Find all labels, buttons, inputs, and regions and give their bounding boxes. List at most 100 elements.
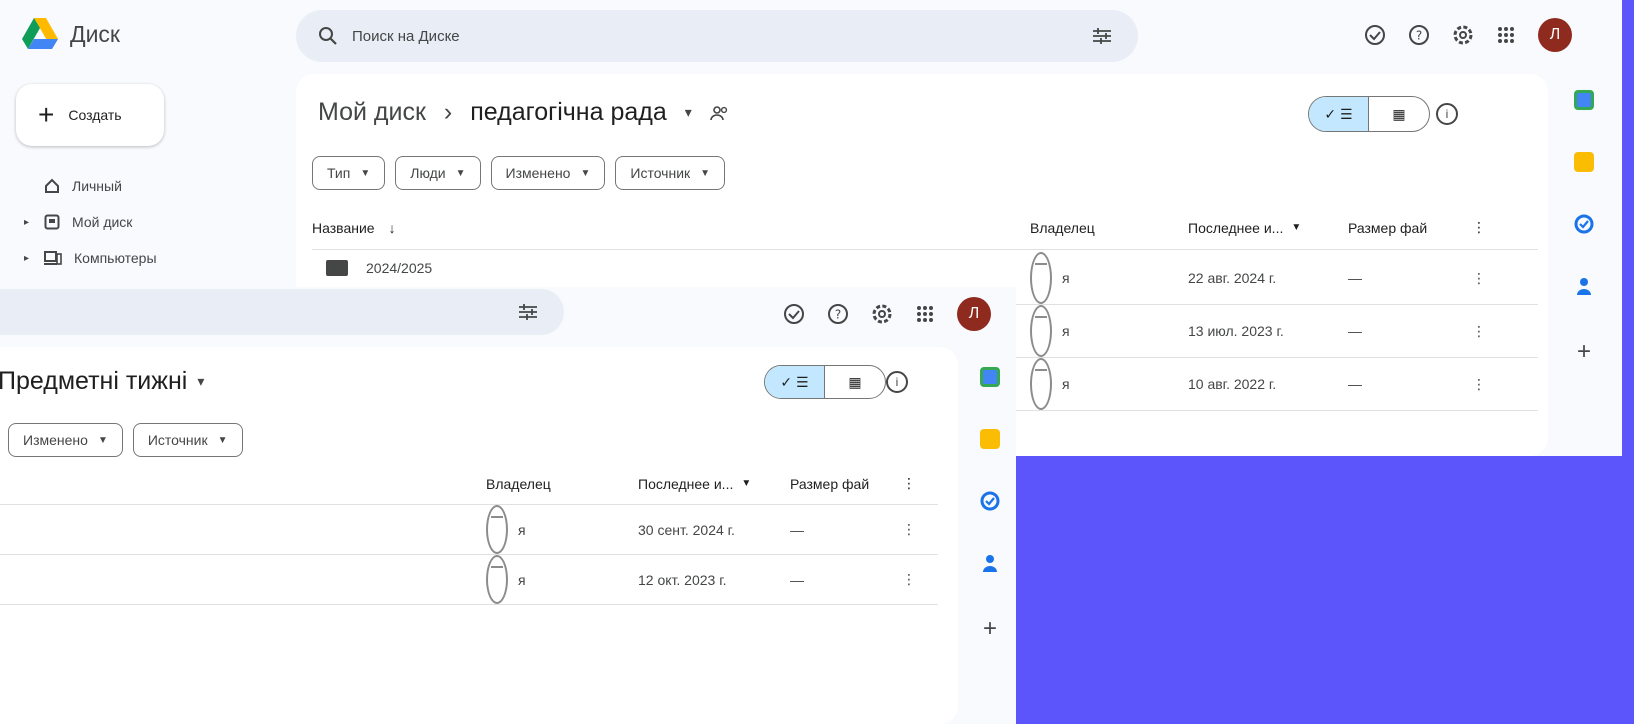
filter-chips: Тип ▼ Люди ▼ Изменено ▼ Источник ▼: [312, 156, 726, 190]
table-header: Владелец Последнее и... ▼ Размер фай ⋮: [0, 463, 938, 505]
apps-grid-icon[interactable]: [915, 304, 935, 324]
row-more-icon[interactable]: ⋮: [902, 505, 916, 554]
caret-icon: ▼: [700, 167, 711, 179]
filter-source[interactable]: Источник ▼: [615, 156, 726, 190]
grid-view-button[interactable]: ▦: [825, 366, 885, 398]
tasks-icon[interactable]: [1574, 214, 1594, 234]
add-addon-icon[interactable]: +: [983, 615, 997, 643]
svg-text:?: ?: [1416, 29, 1422, 43]
filter-modified[interactable]: Изменено ▼: [8, 423, 123, 457]
breadcrumb-current-folder[interactable]: педагогічна рада: [470, 98, 667, 127]
help-icon[interactable]: ?: [1408, 24, 1430, 46]
list-view-button[interactable]: ✓ ☰: [765, 366, 825, 398]
filter-modified[interactable]: Изменено ▼: [490, 156, 606, 190]
search-options-icon[interactable]: [1092, 27, 1112, 45]
breadcrumb-current-folder[interactable]: Предметні тижні: [0, 367, 187, 396]
filter-people[interactable]: Люди ▼: [395, 156, 481, 190]
column-modified[interactable]: Последнее и... ▼: [1188, 206, 1301, 249]
tasks-icon[interactable]: [980, 491, 1000, 511]
modified-cell: 22 авг. 2024 г.: [1188, 270, 1277, 286]
grid-view-button[interactable]: ▦: [1369, 97, 1429, 131]
filter-source[interactable]: Источник ▼: [132, 423, 243, 457]
calendar-icon[interactable]: [980, 367, 1000, 387]
sidebar-item-computers[interactable]: ▸ Компьютеры: [24, 240, 157, 276]
plus-icon: +: [38, 99, 55, 130]
contacts-icon[interactable]: [982, 553, 998, 573]
column-size[interactable]: Размер фай: [790, 463, 869, 504]
breadcrumb-separator: ›: [443, 98, 453, 126]
chip-label: Изменено: [23, 432, 88, 448]
settings-gear-icon[interactable]: [1452, 24, 1474, 46]
chip-label: Источник: [630, 165, 691, 181]
column-options-icon[interactable]: ⋮: [1472, 206, 1486, 249]
filter-type[interactable]: Тип ▼: [312, 156, 386, 190]
avatar[interactable]: Л: [957, 297, 991, 331]
column-size[interactable]: Размер фай: [1348, 206, 1427, 249]
drive-logo[interactable]: Диск: [22, 18, 120, 50]
owner-cell: я: [486, 555, 526, 604]
column-owner[interactable]: Владелец: [1030, 206, 1095, 249]
view-toggle[interactable]: ✓ ☰ ▦: [1308, 96, 1430, 132]
sort-arrow-icon[interactable]: ↓: [389, 206, 396, 249]
caret-icon: ▼: [217, 434, 228, 446]
table-row[interactable]: я 12 окт. 2023 г. — ⋮: [0, 555, 938, 605]
breadcrumb-root[interactable]: Мой диск: [318, 98, 426, 127]
search-input[interactable]: Поиск на Диске: [352, 28, 460, 45]
top-toolbar: ? Л: [1364, 18, 1572, 52]
column-options-icon[interactable]: ⋮: [902, 463, 916, 504]
sidebar-item-label: Компьютеры: [74, 250, 157, 266]
expand-arrow-icon[interactable]: ▸: [24, 217, 32, 228]
chip-label: Люди: [410, 165, 446, 181]
column-modified[interactable]: Последнее и... ▼: [638, 463, 751, 504]
folder-menu-caret-icon[interactable]: ▾: [685, 104, 692, 121]
caret-icon: ▼: [455, 167, 466, 179]
settings-gear-icon[interactable]: [871, 303, 893, 325]
shared-folder-icon: [709, 105, 730, 121]
column-name[interactable]: Название ↓: [312, 206, 396, 249]
filter-chips: Изменено ▼ Источник ▼: [0, 423, 243, 457]
table-row[interactable]: я 30 сент. 2024 г. — ⋮: [0, 505, 938, 555]
owner-cell: я: [1030, 358, 1070, 410]
search-icon[interactable]: [318, 26, 338, 46]
contacts-icon[interactable]: [1576, 276, 1592, 296]
folder-menu-caret-icon[interactable]: ▾: [197, 373, 204, 390]
breadcrumb: Мой диск › педагогічна рада ▾: [318, 98, 730, 127]
search-bar[interactable]: [0, 289, 564, 335]
row-more-icon[interactable]: ⋮: [1472, 358, 1486, 410]
row-more-icon[interactable]: ⋮: [1472, 252, 1486, 304]
size-cell: —: [1348, 323, 1362, 339]
owner-cell: я: [1030, 305, 1070, 357]
view-toggle[interactable]: ✓ ☰ ▦: [764, 365, 886, 399]
size-cell: —: [790, 571, 804, 588]
column-name-label: Название: [312, 219, 375, 236]
apps-grid-icon[interactable]: [1496, 25, 1516, 45]
avatar[interactable]: Л: [1538, 18, 1572, 52]
owner-cell: я: [1030, 252, 1070, 304]
calendar-icon[interactable]: [1574, 90, 1594, 110]
size-cell: —: [1348, 376, 1362, 392]
file-list-panel: Предметні тижні ▾ ✓ ☰ ▦ i Изменено ▼ Исто…: [0, 347, 958, 724]
expand-arrow-icon[interactable]: ▸: [24, 253, 32, 264]
offline-status-icon[interactable]: [1364, 24, 1386, 46]
keep-icon[interactable]: [980, 429, 1000, 449]
info-icon[interactable]: i: [886, 371, 908, 393]
search-options-icon[interactable]: [518, 303, 538, 321]
column-owner[interactable]: Владелец: [486, 463, 551, 504]
help-icon[interactable]: ?: [827, 303, 849, 325]
offline-status-icon[interactable]: [783, 303, 805, 325]
search-bar[interactable]: Поиск на Диске: [296, 10, 1138, 62]
owner-name: я: [518, 571, 526, 588]
row-more-icon[interactable]: ⋮: [1472, 305, 1486, 357]
sidebar-item-label: Личный: [72, 178, 122, 194]
row-more-icon[interactable]: ⋮: [902, 555, 916, 604]
keep-icon[interactable]: [1574, 152, 1594, 172]
modified-cell: 13 июл. 2023 г.: [1188, 323, 1284, 339]
user-icon: [1030, 358, 1052, 410]
list-view-button[interactable]: ✓ ☰: [1309, 97, 1369, 131]
sidebar-item-my-drive[interactable]: ▸ Мой диск: [24, 204, 157, 240]
info-icon[interactable]: i: [1436, 103, 1458, 125]
svg-text:?: ?: [835, 308, 841, 322]
create-button[interactable]: + Создать: [16, 84, 164, 146]
sidebar-item-personal[interactable]: Личный: [24, 168, 157, 204]
add-addon-icon[interactable]: +: [1577, 338, 1591, 366]
